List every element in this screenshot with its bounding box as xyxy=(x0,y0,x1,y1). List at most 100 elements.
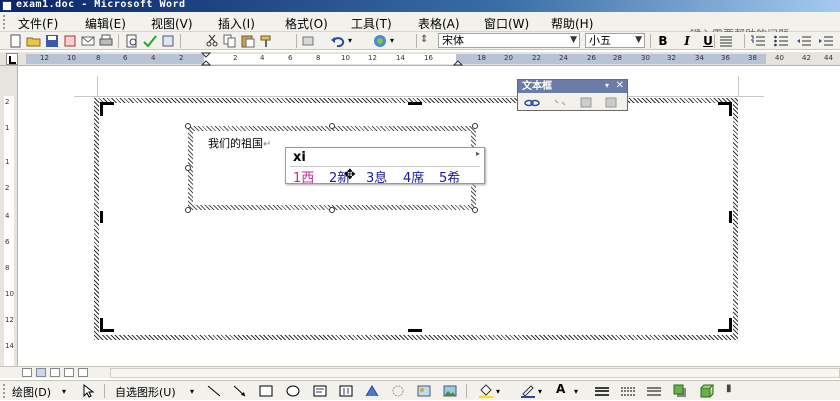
toolbar-options-icon[interactable]: ⇕ xyxy=(420,34,436,48)
ime-candidate[interactable]: 1西 xyxy=(293,167,314,186)
bold-button[interactable]: B xyxy=(655,33,671,49)
floating-toolbar-title[interactable]: 文本框 xyxy=(518,80,627,93)
menu-edit[interactable]: 编辑(E) xyxy=(85,15,126,32)
format-painter-icon[interactable] xyxy=(258,34,274,48)
wordart-icon[interactable] xyxy=(364,384,380,398)
vertical-text-box-tool-icon[interactable] xyxy=(338,384,354,398)
insert-picture-icon[interactable] xyxy=(442,384,458,398)
font-color-icon[interactable]: A xyxy=(556,382,572,396)
menu-window[interactable]: 窗口(W) xyxy=(484,15,529,32)
ime-page-arrow-icon[interactable]: ▸ xyxy=(476,149,480,158)
menu-tools[interactable]: 工具(T) xyxy=(351,15,392,32)
arrow-style-icon[interactable] xyxy=(646,384,662,398)
spelling-icon[interactable] xyxy=(142,34,158,48)
text-box-tool-icon[interactable] xyxy=(312,384,328,398)
next-textbox-icon[interactable] xyxy=(603,96,619,109)
break-link-icon[interactable] xyxy=(552,96,568,109)
right-indent-marker-icon[interactable] xyxy=(453,52,463,66)
align-justify-icon[interactable] xyxy=(718,34,734,48)
textbox-resize-handle[interactable] xyxy=(472,207,478,213)
cut-small-icon[interactable] xyxy=(300,34,316,48)
copy-icon[interactable] xyxy=(222,34,238,48)
line-style-icon[interactable] xyxy=(594,384,610,398)
autoshapes-menu-button[interactable]: 自选图形(U) xyxy=(115,384,176,400)
print-layout-view-icon[interactable] xyxy=(50,368,60,377)
canvas-edge-handle[interactable] xyxy=(100,211,103,223)
permission-icon[interactable] xyxy=(62,34,78,48)
canvas-edge-handle[interactable] xyxy=(729,211,732,223)
normal-view-icon[interactable] xyxy=(22,368,32,377)
indent-marker-icon[interactable] xyxy=(201,52,211,66)
paste-icon[interactable] xyxy=(240,34,256,48)
numbering-icon[interactable] xyxy=(750,34,766,48)
undo-dropdown-icon[interactable]: ▾ xyxy=(348,36,364,50)
hyperlink-dropdown-icon[interactable]: ▾ xyxy=(390,36,406,50)
ime-candidate[interactable]: 5希 xyxy=(439,167,460,186)
fill-color-icon[interactable] xyxy=(478,384,494,398)
menu-table[interactable]: 表格(A) xyxy=(418,15,460,32)
tab-stop-selector[interactable] xyxy=(6,53,18,65)
shadow-style-icon[interactable] xyxy=(672,384,688,398)
menu-help[interactable]: 帮助(H) xyxy=(551,15,593,32)
textbox-resize-handle[interactable] xyxy=(472,123,478,129)
open-folder-icon[interactable] xyxy=(26,34,42,48)
oval-tool-icon[interactable] xyxy=(285,384,301,398)
canvas-edge-handle[interactable] xyxy=(408,329,422,332)
save-icon[interactable] xyxy=(44,34,60,48)
new-document-icon[interactable] xyxy=(8,34,24,48)
undo-icon[interactable] xyxy=(330,34,346,48)
drawbar-grip[interactable] xyxy=(3,384,6,398)
research-icon[interactable] xyxy=(160,34,176,48)
textbox-resize-handle[interactable] xyxy=(329,123,335,129)
menu-file[interactable]: 文件(F) xyxy=(18,15,58,32)
textbox-resize-handle[interactable] xyxy=(185,207,191,213)
ime-candidate[interactable]: 3息 xyxy=(366,167,387,186)
increase-indent-icon[interactable] xyxy=(818,34,834,48)
line-tool-icon[interactable] xyxy=(206,384,222,398)
menu-view[interactable]: 视图(V) xyxy=(151,15,193,32)
insert-hyperlink-icon[interactable] xyxy=(372,34,388,48)
canvas-corner-handle[interactable] xyxy=(100,102,114,116)
chevron-down-icon[interactable]: ▾ xyxy=(496,387,512,401)
diagram-icon[interactable] xyxy=(390,384,406,398)
reading-layout-view-icon[interactable] xyxy=(78,368,88,377)
email-icon[interactable] xyxy=(80,34,96,48)
rectangle-tool-icon[interactable] xyxy=(258,384,274,398)
outline-view-icon[interactable] xyxy=(64,368,74,377)
cut-icon[interactable] xyxy=(204,34,220,48)
toolbar-options-dropdown-icon[interactable]: ▾ xyxy=(605,81,609,90)
previous-textbox-icon[interactable] xyxy=(578,96,594,109)
horizontal-scrollbar[interactable] xyxy=(110,368,840,378)
select-objects-icon[interactable] xyxy=(80,384,96,398)
clip-art-icon[interactable] xyxy=(416,384,432,398)
textbox-resize-handle[interactable] xyxy=(329,207,335,213)
close-icon[interactable]: ✕ xyxy=(616,80,624,91)
arrow-tool-icon[interactable] xyxy=(232,384,248,398)
textbox-content[interactable]: 我们的祖国↵ xyxy=(208,135,271,151)
italic-button[interactable]: I xyxy=(679,33,695,49)
decrease-indent-icon[interactable] xyxy=(796,34,812,48)
create-link-icon[interactable] xyxy=(524,96,540,109)
font-size-select[interactable]: 小五 ▼ xyxy=(585,33,645,48)
canvas-corner-handle[interactable] xyxy=(718,102,732,116)
print-preview-icon[interactable] xyxy=(124,34,140,48)
textbox-resize-handle[interactable] xyxy=(185,165,191,171)
menu-insert[interactable]: 插入(I) xyxy=(218,15,255,32)
textbox-resize-handle[interactable] xyxy=(185,123,191,129)
ime-candidate[interactable]: 4席 xyxy=(403,167,424,186)
3d-style-icon[interactable] xyxy=(698,384,714,398)
menubar-grip[interactable] xyxy=(3,15,6,29)
dash-style-icon[interactable] xyxy=(620,384,636,398)
font-name-select[interactable]: 宋体 ▼ xyxy=(438,33,580,48)
menu-format[interactable]: 格式(O) xyxy=(285,15,328,32)
web-layout-view-icon[interactable] xyxy=(36,368,46,377)
canvas-corner-handle[interactable] xyxy=(100,318,114,332)
print-icon[interactable] xyxy=(98,34,114,48)
chevron-down-icon[interactable]: ▾ xyxy=(538,387,554,401)
canvas-edge-handle[interactable] xyxy=(408,102,422,105)
line-color-icon[interactable] xyxy=(520,384,536,398)
bullets-icon[interactable] xyxy=(773,34,789,48)
chevron-down-icon[interactable]: ▾ xyxy=(574,387,590,401)
canvas-corner-handle[interactable] xyxy=(718,318,732,332)
draw-menu-button[interactable]: 绘图(D) xyxy=(12,384,51,400)
